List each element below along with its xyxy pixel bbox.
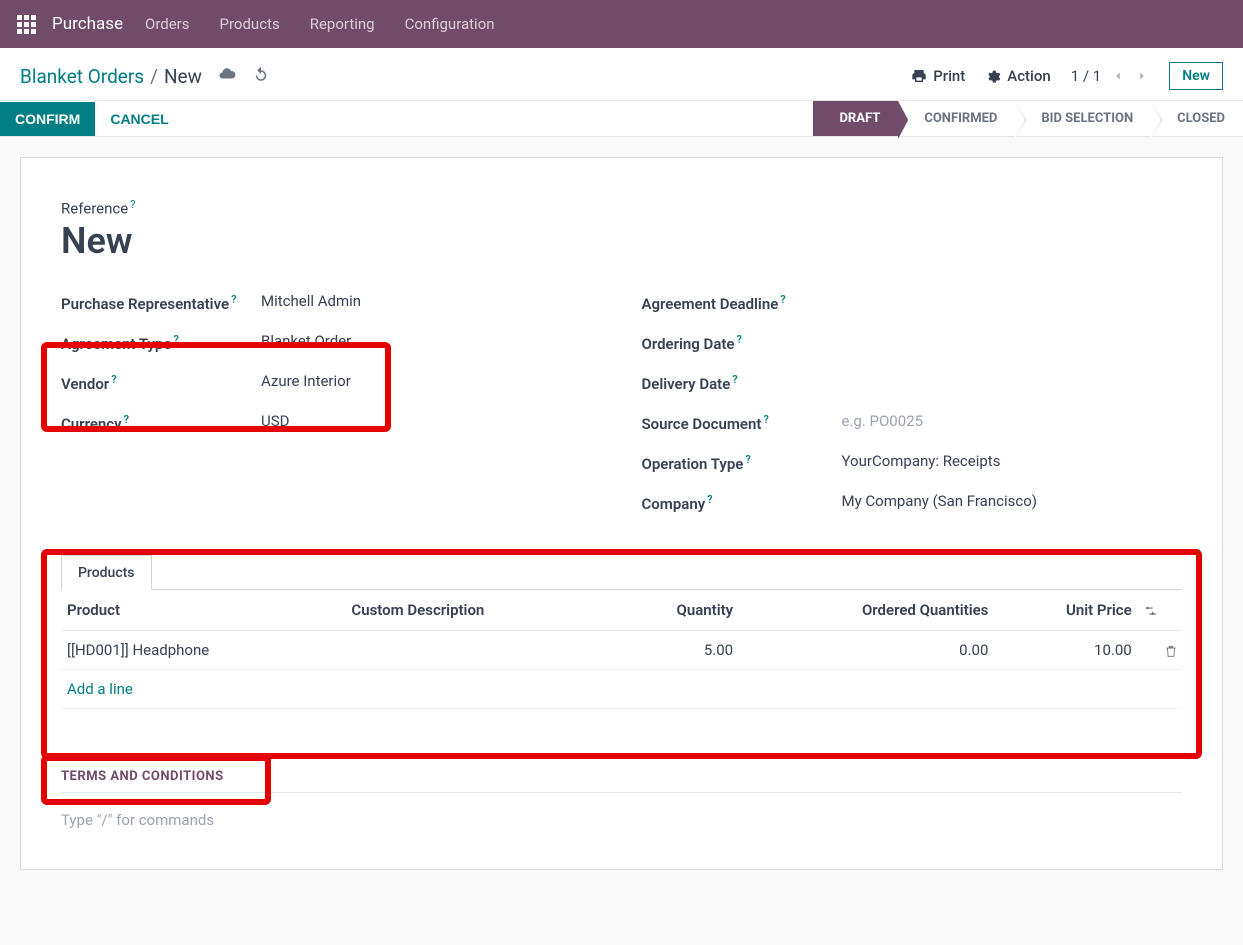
vendor-label: Vendor? [61,372,261,395]
print-button[interactable]: Print [911,67,965,85]
tab-products[interactable]: Products [61,555,152,590]
cell-product[interactable]: [[HD001]] Headphone [61,630,345,669]
help-icon[interactable]: ? [124,413,129,426]
source-input[interactable]: e.g. PO0025 [842,412,924,430]
trash-icon[interactable] [1164,644,1178,658]
rep-value[interactable]: Mitchell Admin [261,292,361,310]
apps-icon[interactable] [8,6,44,42]
rep-label: Purchase Representative? [61,292,261,315]
col-extras[interactable] [1138,590,1182,631]
help-icon[interactable]: ? [763,413,768,426]
tabs: Products Product Custom Description Quan… [61,554,1182,709]
pager-text: 1 / 1 [1071,67,1102,85]
gear-icon [985,68,1001,84]
operation-label: Operation Type? [642,452,842,475]
col-price[interactable]: Unit Price [994,590,1137,631]
nav-reporting[interactable]: Reporting [310,15,375,33]
ordering-label: Ordering Date? [642,332,842,355]
right-column: Agreement Deadline? Ordering Date? Deliv… [642,292,1183,532]
chevron-left-icon[interactable] [1111,69,1125,83]
help-icon[interactable]: ? [732,373,737,386]
currency-value[interactable]: USD [261,412,289,430]
reference-section: Reference? New [61,198,1182,262]
company-value[interactable]: My Company (San Francisco) [842,492,1037,510]
cloud-save-icon[interactable] [218,65,236,88]
help-icon[interactable]: ? [780,293,785,306]
status-bid-selection[interactable]: BID SELECTION [1015,101,1151,136]
breadcrumb-current: New [164,65,202,88]
help-icon[interactable]: ? [737,333,742,346]
table-row[interactable]: [[HD001]] Headphone 5.00 0.00 10.00 [61,630,1182,669]
cell-delete[interactable] [1138,630,1182,669]
col-ordered[interactable]: Ordered Quantities [739,590,994,631]
nav-orders[interactable]: Orders [145,15,190,33]
products-table: Product Custom Description Quantity Orde… [61,590,1182,709]
content-area: Reference? New Purchase Representative? … [0,137,1243,890]
cancel-button[interactable]: CANCEL [95,102,183,136]
operation-value[interactable]: YourCompany: Receipts [842,452,1001,470]
delivery-label: Delivery Date? [642,372,842,395]
help-icon[interactable]: ? [707,493,712,506]
chevron-right-icon[interactable] [1135,69,1149,83]
reference-label: Reference [61,200,128,218]
cell-qty[interactable]: 5.00 [613,630,739,669]
status-bar: DRAFT CONFIRMED BID SELECTION CLOSED [813,101,1243,136]
status-closed[interactable]: CLOSED [1151,101,1243,136]
products-tab-content: Product Custom Description Quantity Orde… [61,589,1182,709]
breadcrumb: Blanket Orders / New [20,65,270,88]
col-desc[interactable]: Custom Description [345,590,612,631]
cell-ordered[interactable]: 0.00 [739,630,994,669]
subheader: Blanket Orders / New Print Action 1 / 1 … [0,48,1243,101]
help-icon[interactable]: ? [111,373,116,386]
vendor-value[interactable]: Azure Interior [261,372,351,390]
new-button[interactable]: New [1169,62,1223,90]
status-confirmed[interactable]: CONFIRMED [898,101,1015,136]
left-column: Purchase Representative? Mitchell Admin … [61,292,602,532]
terms-divider [61,792,1182,793]
cell-desc[interactable] [345,630,612,669]
col-qty[interactable]: Quantity [613,590,739,631]
help-icon[interactable]: ? [745,453,750,466]
deadline-label: Agreement Deadline? [642,292,842,315]
terms-input[interactable]: Type "/" for commands [61,811,1182,829]
print-icon [911,68,927,84]
action-button[interactable]: Action [985,67,1050,85]
breadcrumb-sep: / [150,65,158,88]
top-nav: Purchase Orders Products Reporting Confi… [0,0,1243,48]
help-icon[interactable]: ? [231,293,236,306]
action-label: Action [1007,67,1050,85]
currency-label: Currency? [61,412,261,435]
terms-section: TERMS AND CONDITIONS Type "/" for comman… [61,769,1182,829]
confirm-button[interactable]: CONFIRM [0,102,95,136]
adjust-icon[interactable] [1144,604,1158,618]
terms-title: TERMS AND CONDITIONS [61,769,1182,792]
app-brand[interactable]: Purchase [52,14,123,34]
add-line-button[interactable]: Add a line [61,669,1182,708]
nav-configuration[interactable]: Configuration [405,15,495,33]
agreement-type-label: Agreement Type? [61,332,261,355]
source-label: Source Document? [642,412,842,435]
print-label: Print [933,67,965,85]
cell-price[interactable]: 10.00 [994,630,1137,669]
help-icon[interactable]: ? [130,198,135,211]
page-title: New [61,220,1182,262]
nav-products[interactable]: Products [220,15,280,33]
form-sheet: Reference? New Purchase Representative? … [20,157,1223,870]
discard-icon[interactable] [252,65,270,88]
subheader-right: Print Action 1 / 1 New [911,62,1223,90]
company-label: Company? [642,492,842,515]
breadcrumb-link[interactable]: Blanket Orders [20,65,144,88]
col-product[interactable]: Product [61,590,345,631]
agreement-type-value[interactable]: Blanket Order [261,332,351,350]
pager: 1 / 1 [1071,67,1150,85]
help-icon[interactable]: ? [173,333,178,346]
status-draft[interactable]: DRAFT [813,101,898,136]
action-bar: CONFIRM CANCEL DRAFT CONFIRMED BID SELEC… [0,101,1243,137]
